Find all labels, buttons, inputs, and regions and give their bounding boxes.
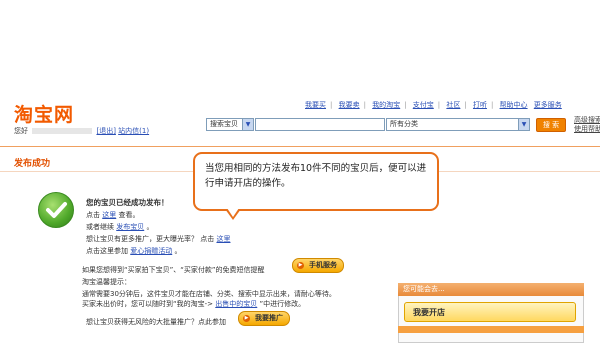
search-input[interactable] (255, 118, 385, 131)
nav-sell[interactable]: 我要卖 (339, 101, 360, 109)
search-button[interactable]: 搜 索 (536, 118, 566, 132)
promo-line: 想让宝贝获得无风险的大批量推广？点此参加 (86, 318, 226, 326)
nav-my-taobao[interactable]: 我的淘宝 (372, 101, 400, 109)
logout-link[interactable]: [退出] (96, 127, 115, 135)
sms-line: 如果您想得到“买家拍下宝贝”、“买家付款”的免费短信提醒 (82, 266, 265, 274)
panel-footer-bar (398, 326, 584, 333)
inbox-link[interactable]: 站内信(1) (118, 127, 149, 135)
publish-item-link[interactable]: 发布宝贝 (116, 223, 144, 231)
promote-line: 想让宝贝有更多推广，更大曝光率？ 点击 这里 (86, 235, 231, 243)
promote-here-link[interactable]: 这里 (216, 235, 230, 243)
continue-line: 或者继续 发布宝贝 。 (86, 223, 154, 231)
charity-line: 点击这里参加 爱心捐赠活动 。 (86, 247, 182, 255)
tooltip-callout: 当您用相同的方法发布10件不同的宝贝后，便可以进行申请开店的操作。 (193, 152, 439, 211)
taobao-logo[interactable]: 淘宝网 (14, 100, 74, 127)
tip-edit: 买家未出价时，您可以随时到“我的淘宝-> 出售中的宝贝 ”中进行修改。 (82, 300, 306, 308)
greeting-prefix: 您好 (14, 127, 28, 135)
view-item-link[interactable]: 这里 (102, 211, 116, 219)
chevron-down-icon: ▼ (242, 119, 253, 130)
arrow-right-icon: ▶ (243, 315, 250, 322)
nav-buy[interactable]: 我要买 (305, 101, 326, 109)
nav-more[interactable]: 更多服务 (534, 101, 562, 109)
nav-help[interactable]: 帮助中心 (500, 101, 528, 109)
greeting: 您好 [退出] 站内信(1) (14, 126, 149, 136)
nav-community[interactable]: 社区 (446, 101, 460, 109)
nav-ask[interactable]: 打听 (473, 101, 487, 109)
promote-button[interactable]: ▶ 我要推广 (238, 311, 290, 326)
view-line: 点击 这里 查看。 (86, 211, 140, 219)
mobile-service-button[interactable]: ▶ 手机服务 (292, 258, 344, 273)
suggestion-panel-header: 您可能会去... (398, 283, 584, 296)
items-on-sale-link[interactable]: 出售中的宝贝 (215, 300, 257, 308)
search-scope-select[interactable]: 搜索宝贝 ▼ (206, 118, 254, 131)
tip-heading: 淘宝温馨提示： (82, 278, 131, 286)
success-headline: 您的宝贝已经成功发布！ (86, 198, 169, 207)
username-redacted (32, 128, 93, 134)
open-shop-button[interactable]: 我要开店 (404, 302, 576, 322)
page-title: 发布成功 (14, 159, 51, 169)
advanced-search-link[interactable]: 高级搜索 使用帮助 (574, 116, 600, 134)
charity-link[interactable]: 爱心捐赠活动 (130, 247, 172, 255)
success-check-icon (38, 192, 74, 228)
arrow-right-icon: ▶ (297, 262, 304, 269)
chevron-down-icon: ▼ (518, 119, 529, 130)
top-nav: 我要买 | 我要卖 | 我的淘宝 | 支付宝 | 社区 | 打听 | 帮助中心 更多服务 (305, 101, 562, 109)
category-select[interactable]: 所有分类 ▼ (386, 118, 530, 131)
tip-wait: 通常需要30分钟后，这件宝贝才能在店铺、分类、搜索中显示出来，请耐心等待。 (82, 290, 336, 298)
header-divider (0, 146, 600, 147)
nav-alipay[interactable]: 支付宝 (413, 101, 434, 109)
